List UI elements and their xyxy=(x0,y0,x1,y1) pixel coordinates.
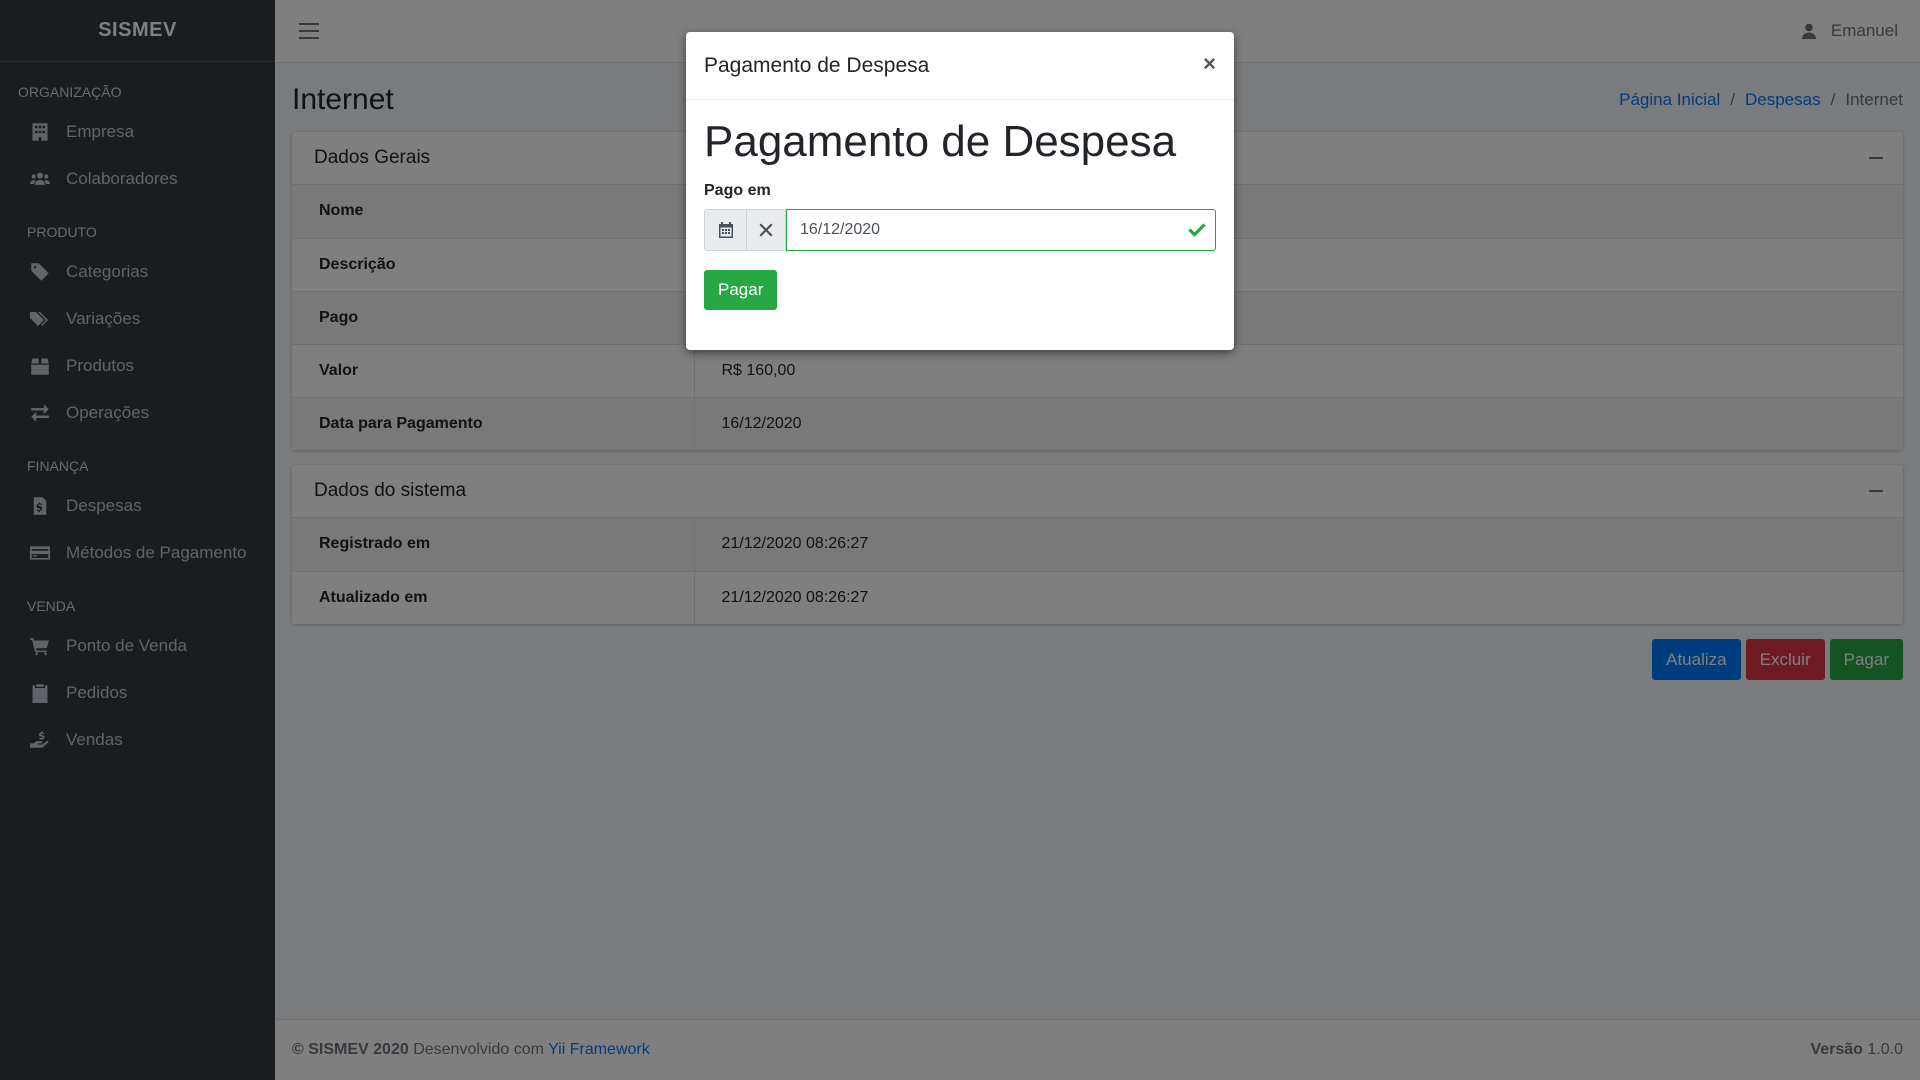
calendar-icon[interactable] xyxy=(704,209,747,252)
modal-body: Pagamento de Despesa Pago em Pagar xyxy=(686,100,1234,328)
close-icon[interactable]: × xyxy=(1203,51,1216,77)
modal-heading: Pagamento de Despesa xyxy=(704,117,1177,166)
check-icon xyxy=(1187,220,1207,240)
modal-header: Pagamento de Despesa × xyxy=(686,32,1234,100)
modal-title: Pagamento de Despesa xyxy=(704,53,930,77)
paid-on-label: Pago em xyxy=(704,182,771,200)
clear-x-icon[interactable] xyxy=(747,209,786,252)
payment-modal: Pagamento de Despesa × Pagamento de Desp… xyxy=(686,32,1234,350)
paid-on-date-field xyxy=(786,209,1216,252)
date-input-group xyxy=(704,209,1216,252)
modal-pay-button[interactable]: Pagar xyxy=(704,270,778,311)
paid-on-date-input[interactable] xyxy=(786,209,1216,252)
